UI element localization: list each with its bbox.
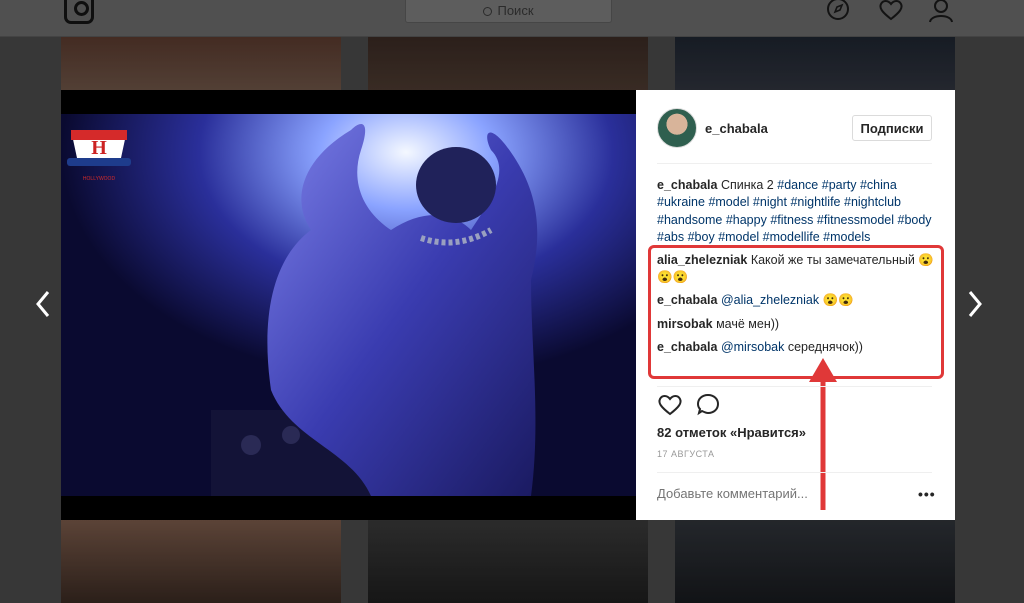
divider [657,163,932,164]
hashtag-link[interactable]: #models [823,230,870,244]
comment-icon[interactable] [696,393,722,417]
likes-count[interactable]: 82 отметок «Нравится» [657,425,806,440]
post-caption: e_chabala Спинка 2 #dance #party #china … [657,177,937,246]
highlight-box [648,245,944,379]
hashtag-link[interactable]: #modellife [763,230,820,244]
hashtag-link[interactable]: #ukraine [657,195,705,209]
post-photo: H HOLLYWOOD [61,90,636,520]
hashtag-link[interactable]: #boy [688,230,715,244]
hashtag-link[interactable]: #night [753,195,787,209]
post-photo-art: H HOLLYWOOD [61,114,636,497]
caption-username[interactable]: e_chabala [657,178,717,192]
hashtag-link[interactable]: #model [718,230,759,244]
hashtag-link[interactable]: #fitnessmodel [817,213,894,227]
hashtag-link[interactable]: #body [898,213,932,227]
avatar[interactable] [657,108,697,148]
previous-arrow-icon[interactable] [34,290,52,318]
caption-text: Спинка 2 [720,178,774,192]
hashtag-link[interactable]: #handsome [657,213,722,227]
more-options-button[interactable]: ••• [918,486,936,502]
hashtag-link[interactable]: #nightclub [844,195,901,209]
hashtag-link[interactable]: #model [708,195,749,209]
hashtag-link[interactable]: #happy [726,213,767,227]
next-arrow-icon[interactable] [966,290,984,318]
following-button[interactable]: Подписки [852,115,932,141]
hashtag-link[interactable]: #abs [657,230,684,244]
photo-logo-text: HOLLYWOOD [83,176,116,182]
hashtag-link[interactable]: #nightlife [790,195,840,209]
divider [657,386,932,387]
hashtag-link[interactable]: #dance [777,178,818,192]
hashtag-link[interactable]: #party [822,178,857,192]
post-date[interactable]: 17 АВГУСТА [657,449,715,459]
hashtag-link[interactable]: #fitness [770,213,813,227]
divider [657,472,932,473]
hashtag-link[interactable]: #china [860,178,897,192]
post-author-username[interactable]: e_chabala [705,121,768,136]
like-icon[interactable] [657,393,683,417]
add-comment-input[interactable] [657,486,907,501]
svg-text:H: H [91,137,107,159]
